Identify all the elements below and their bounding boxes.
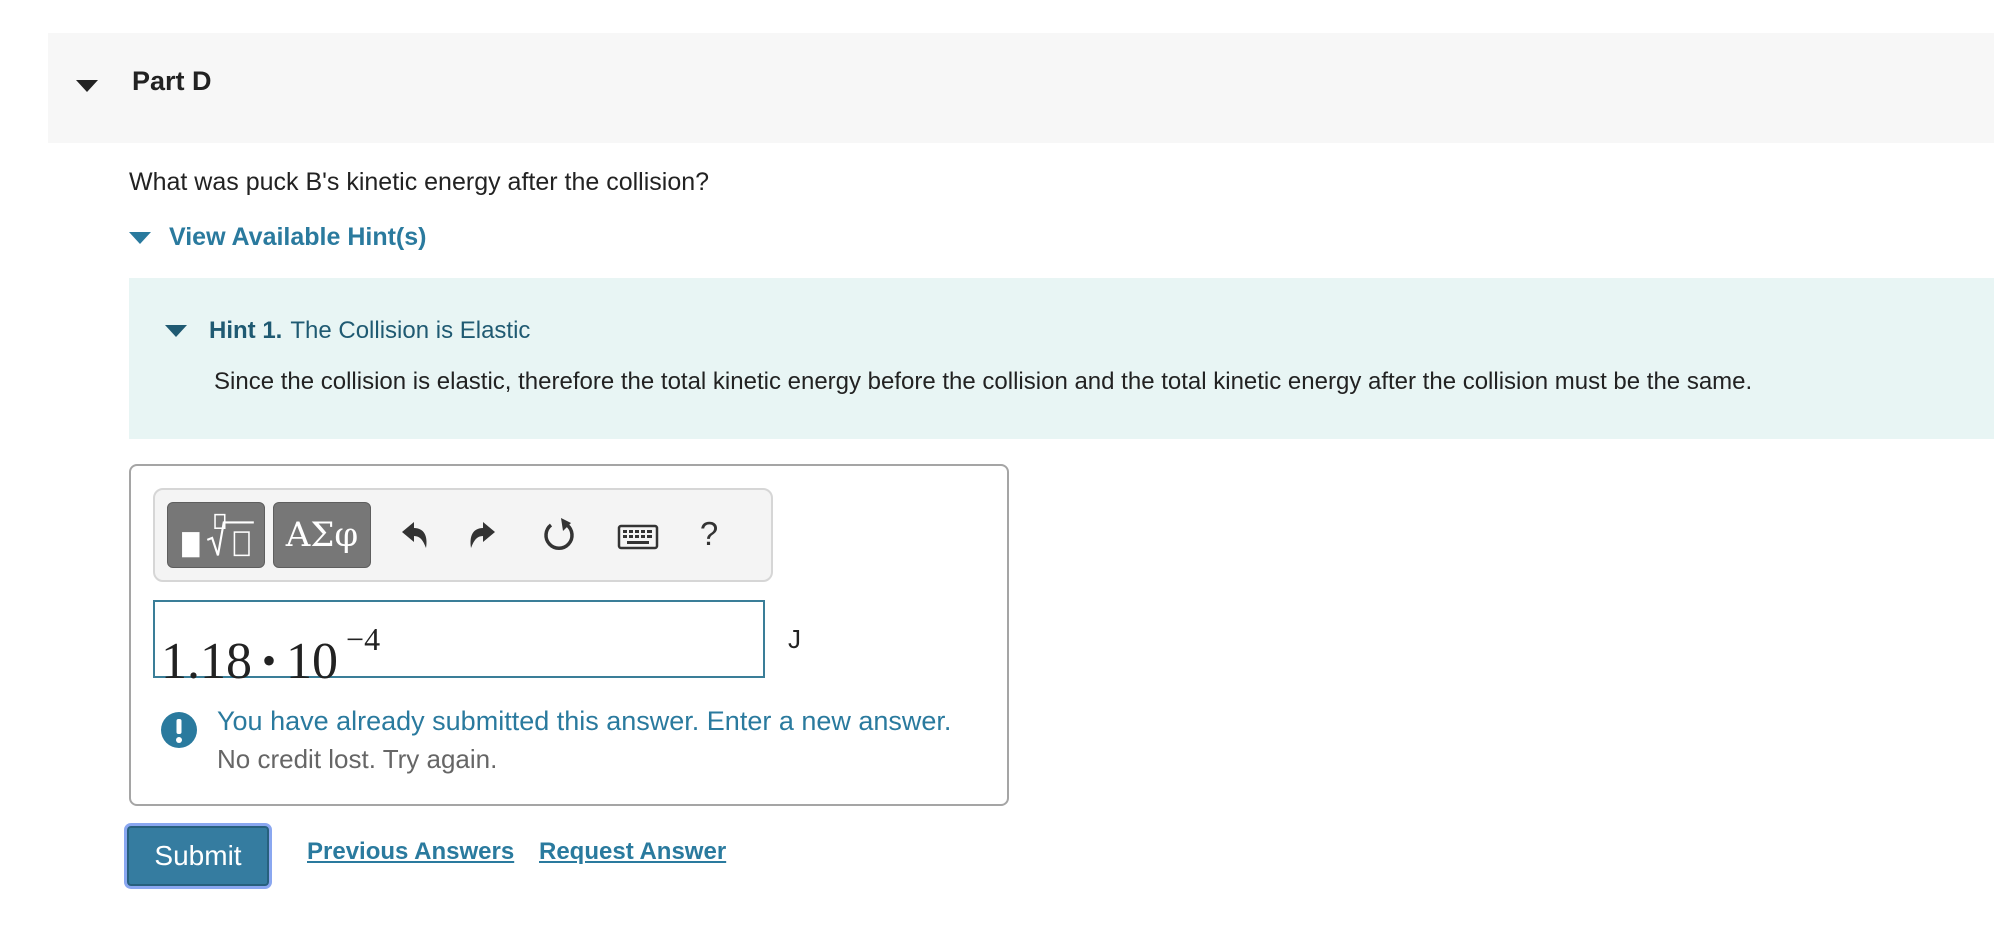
view-hints-toggle[interactable]: View Available Hint(s) xyxy=(129,223,426,252)
exclamation-icon xyxy=(161,712,197,748)
answer-panel: ΑΣφ ? 1.18 • 10 −4 J You have already su… xyxy=(129,464,1009,806)
help-button[interactable]: ? xyxy=(693,512,725,556)
hint-1-toggle[interactable]: Hint 1. The Collision is Elastic xyxy=(165,317,530,345)
greek-symbols-button[interactable]: ΑΣφ xyxy=(273,502,371,568)
hint-body: Since the collision is elastic, therefor… xyxy=(214,368,1753,395)
unit-label: J xyxy=(788,624,801,654)
fraction-sqrt-templates-icon xyxy=(182,513,254,558)
chevron-down-icon xyxy=(165,325,187,337)
reset-icon[interactable] xyxy=(537,514,581,558)
answer-exponent: −4 xyxy=(346,621,381,657)
chevron-down-icon xyxy=(129,231,151,244)
page: Part D What was puck B's kinetic energy … xyxy=(0,0,1994,934)
answer-operator: • xyxy=(262,638,277,683)
keyboard-icon[interactable] xyxy=(617,514,659,558)
hint-title: The Collision is Elastic xyxy=(290,317,531,344)
collapse-part-icon[interactable] xyxy=(72,71,102,101)
view-hints-label: View Available Hint(s) xyxy=(169,223,427,251)
hint-number: Hint 1. xyxy=(209,317,283,344)
math-toolbar: ΑΣφ ? xyxy=(153,488,773,582)
part-header: Part D xyxy=(48,33,1994,143)
submit-button[interactable]: Submit xyxy=(124,823,272,889)
request-answer-link[interactable]: Request Answer xyxy=(539,838,726,866)
answer-base: 10 xyxy=(286,633,339,690)
answer-mantissa: 1.18 xyxy=(161,633,252,690)
question-text: What was puck B's kinetic energy after t… xyxy=(129,168,710,196)
feedback-subtext: No credit lost. Try again. xyxy=(217,744,498,774)
undo-icon[interactable] xyxy=(390,514,434,558)
hint-panel: Hint 1. The Collision is Elastic Since t… xyxy=(129,278,1994,439)
templates-button[interactable] xyxy=(167,502,265,568)
redo-icon[interactable] xyxy=(463,514,507,558)
feedback-text: You have already submitted this answer. … xyxy=(217,706,952,736)
previous-answers-link[interactable]: Previous Answers xyxy=(307,838,514,866)
part-title: Part D xyxy=(132,66,212,96)
answer-input[interactable]: 1.18 • 10 −4 xyxy=(153,600,765,690)
